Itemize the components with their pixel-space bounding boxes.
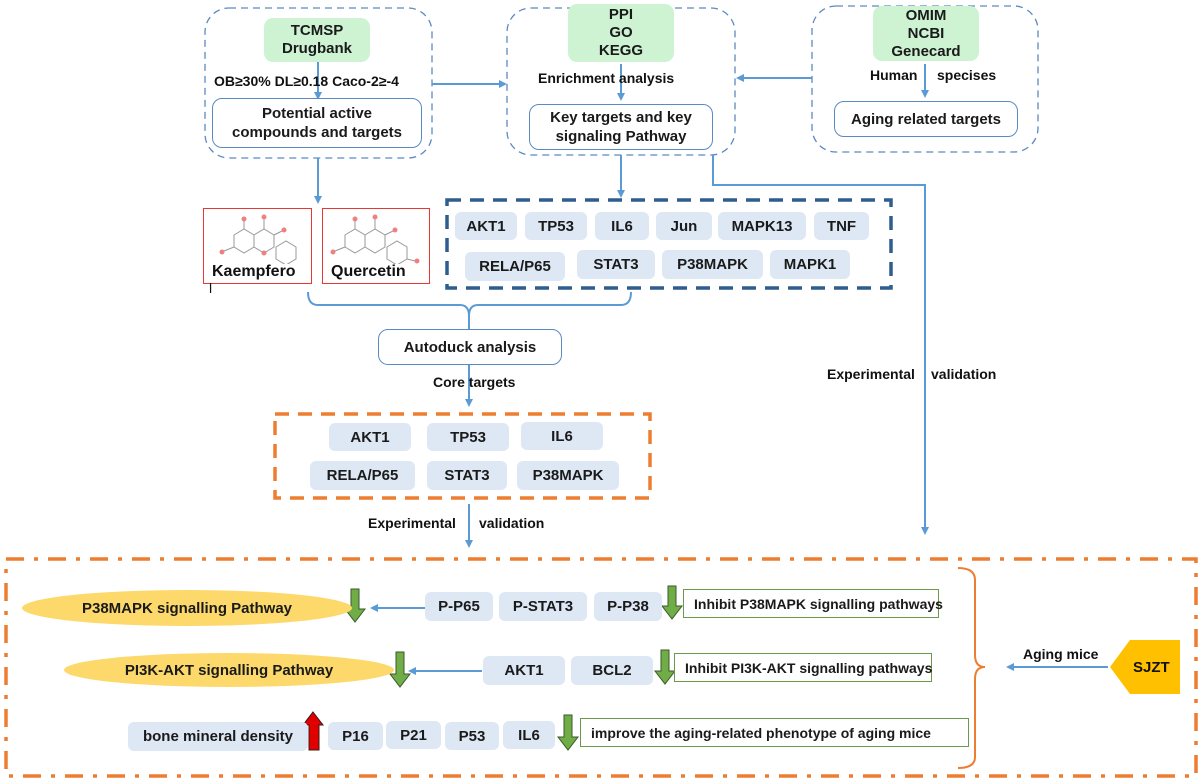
marker-chip: IL6	[503, 721, 555, 749]
pathway-p38mapk: P38MAPK signalling Pathway	[22, 590, 352, 626]
filter-human: Human	[870, 67, 918, 83]
core-target-chip: RELA/P65	[310, 461, 415, 490]
kaempferol-structure-icon	[219, 214, 297, 266]
aging-mice-label: Aging mice	[1023, 646, 1099, 662]
autodock-label: Autoduck analysis	[403, 338, 537, 356]
source-drugbank: Drugbank	[281, 40, 352, 57]
marker-chip: P53	[445, 722, 499, 750]
core-target-chip: STAT3	[427, 461, 507, 490]
key-target-chip: TP53	[525, 212, 587, 240]
key-target-chip: IL6	[595, 212, 649, 240]
source-genecard: Genecard	[891, 42, 961, 60]
key-targets-line1: Key targets and key	[550, 109, 692, 126]
pathway-pi3k-akt: PI3K-AKT signalling Pathway	[64, 653, 394, 687]
source-tcmsp: TCMSP	[290, 22, 344, 39]
core-target-chip: P38MAPK	[517, 461, 619, 490]
key-target-chip: RELA/P65	[465, 252, 565, 281]
source-omim: OMIM	[905, 6, 947, 24]
marker-chip: BCL2	[571, 656, 653, 685]
key-targets-pathway-box: Key targets and key signaling Pathway	[529, 104, 713, 150]
potential-compounds-box: Potential active compounds and targets	[212, 98, 422, 148]
aging-targets-box: Aging related targets	[834, 101, 1018, 137]
marker-chip: P-P65	[425, 592, 493, 621]
marker-chip: P21	[386, 721, 441, 749]
aging-targets-label: Aging related targets	[850, 110, 1002, 128]
key-target-chip: MAPK1	[770, 250, 850, 279]
quercetin-structure-icon	[330, 214, 420, 266]
marker-chip: P-P38	[594, 592, 662, 621]
down-arrow-icon-row1-markers	[660, 585, 684, 620]
validation-left-b: validation	[479, 515, 545, 531]
compound-quercetin: Quercetin	[322, 208, 430, 284]
source-databases-middle: PPI GO KEGG	[568, 4, 674, 62]
core-target-chip: TP53	[427, 423, 509, 451]
key-target-chip: Jun	[656, 212, 712, 240]
source-go: GO	[609, 24, 633, 41]
potential-compounds-line1: Potential active	[261, 105, 373, 122]
validation-left-a: Experimental	[368, 515, 456, 531]
key-target-chip: AKT1	[455, 212, 517, 240]
sjzt-label: SJZT	[1133, 659, 1170, 676]
conclusion-row1: Inhibit P38MAPK signalling pathways	[683, 589, 943, 618]
compound-name: Quercetin	[331, 263, 406, 280]
enrichment-label: Enrichment analysis	[538, 70, 675, 86]
conclusion-row2: Inhibit PI3K-AKT signalling pathways	[674, 653, 932, 682]
marker-chip: P16	[328, 722, 383, 750]
autodock-analysis-box: Autoduck analysis	[378, 329, 562, 365]
source-ppi: PPI	[608, 6, 634, 23]
key-target-chip: STAT3	[577, 250, 655, 279]
down-arrow-icon-row3-markers	[556, 714, 580, 751]
compound-name-wrap: l	[209, 280, 213, 296]
merge-bracket	[307, 291, 632, 317]
key-target-chip: P38MAPK	[662, 250, 763, 279]
source-kegg: KEGG	[598, 42, 644, 59]
marker-chip: P-STAT3	[499, 592, 587, 621]
validation-right-b: validation	[931, 366, 997, 382]
core-target-chip: AKT1	[329, 423, 411, 451]
potential-compounds-line2: compounds and targets	[231, 124, 403, 141]
core-target-chip: IL6	[521, 422, 603, 450]
compound-name: Kaempfero	[212, 263, 296, 280]
phenotype-bone-mineral-density: bone mineral density	[128, 722, 308, 751]
validation-right-a: Experimental	[827, 366, 915, 382]
filter-criteria: OB≥30% DL≥0.18 Caco-2≥-4	[214, 73, 399, 89]
source-ncbi: NCBI	[907, 24, 945, 42]
core-targets-label: Core targets	[433, 374, 516, 390]
compound-kaempferol: Kaempfero	[203, 208, 312, 284]
key-target-chip: MAPK13	[718, 212, 806, 240]
marker-chip: AKT1	[483, 656, 565, 685]
conclusion-row3: improve the aging-related phenotype of a…	[580, 718, 969, 747]
key-targets-line2: signaling Pathway	[555, 128, 687, 145]
filter-species: specises	[937, 67, 997, 83]
down-arrow-icon-row2-markers	[653, 649, 677, 685]
source-databases-right: OMIM NCBI Genecard	[873, 6, 979, 61]
source-databases-left: TCMSP Drugbank	[264, 18, 370, 62]
key-target-chip: TNF	[814, 212, 869, 240]
